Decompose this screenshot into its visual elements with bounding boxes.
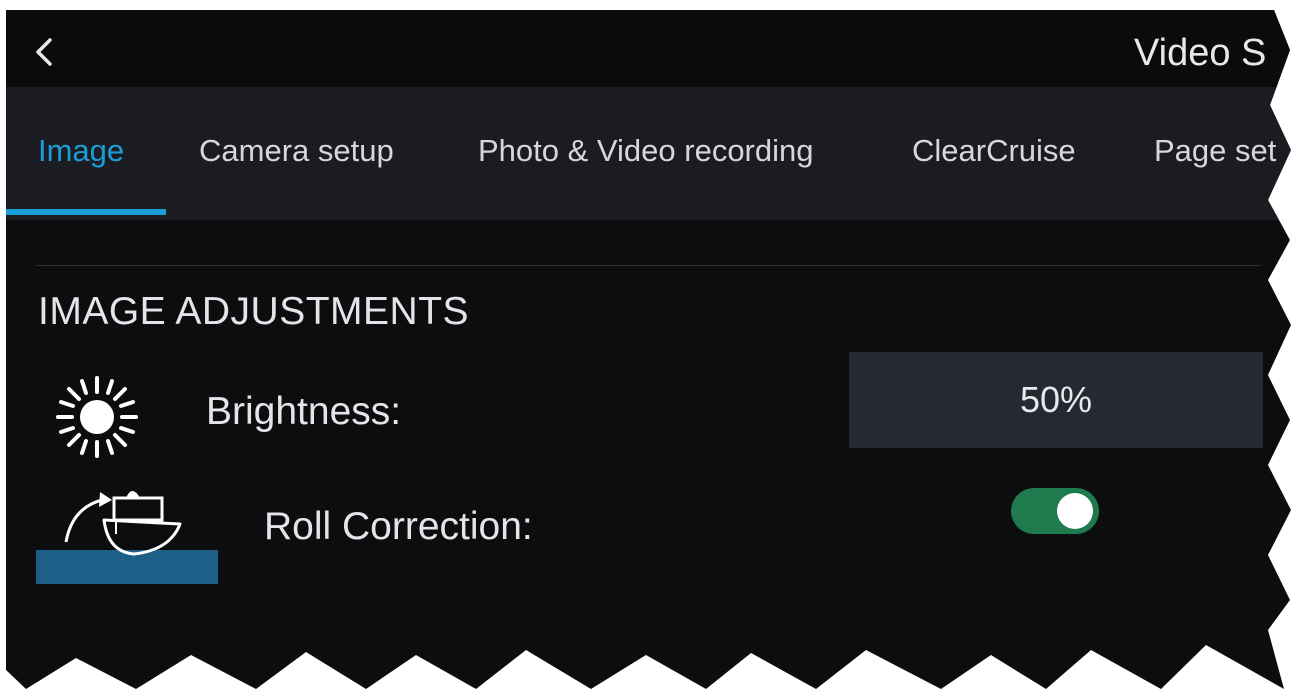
tab-page-settings[interactable]: Page set xyxy=(1154,133,1276,169)
section-heading: IMAGE ADJUSTMENTS xyxy=(38,290,470,333)
active-tab-indicator xyxy=(6,209,166,215)
boat-roll-icon xyxy=(36,480,221,586)
brightness-label: Brightness: xyxy=(206,390,402,433)
brightness-value-field[interactable]: 50% xyxy=(849,352,1263,448)
video-settings-screen: Video S Image Camera setup Photo & Video… xyxy=(6,10,1291,689)
tab-bar: Image Camera setup Photo & Video recordi… xyxy=(6,87,1291,220)
back-button[interactable] xyxy=(28,32,64,72)
screenshot-frame: Video S Image Camera setup Photo & Video… xyxy=(0,0,1291,689)
roll-correction-toggle[interactable] xyxy=(1011,488,1099,534)
tab-clearcruise[interactable]: ClearCruise xyxy=(912,133,1076,169)
tab-camera-setup[interactable]: Camera setup xyxy=(199,133,394,169)
toggle-knob xyxy=(1057,493,1093,529)
window-title: Video S xyxy=(1134,32,1267,74)
sun-icon xyxy=(52,372,142,462)
tab-photo-video-recording[interactable]: Photo & Video recording xyxy=(478,133,814,169)
chevron-left-icon xyxy=(36,38,52,66)
divider xyxy=(36,265,1261,266)
title-bar: Video S xyxy=(6,10,1291,87)
roll-correction-label: Roll Correction: xyxy=(264,505,533,548)
tab-image[interactable]: Image xyxy=(38,133,124,169)
